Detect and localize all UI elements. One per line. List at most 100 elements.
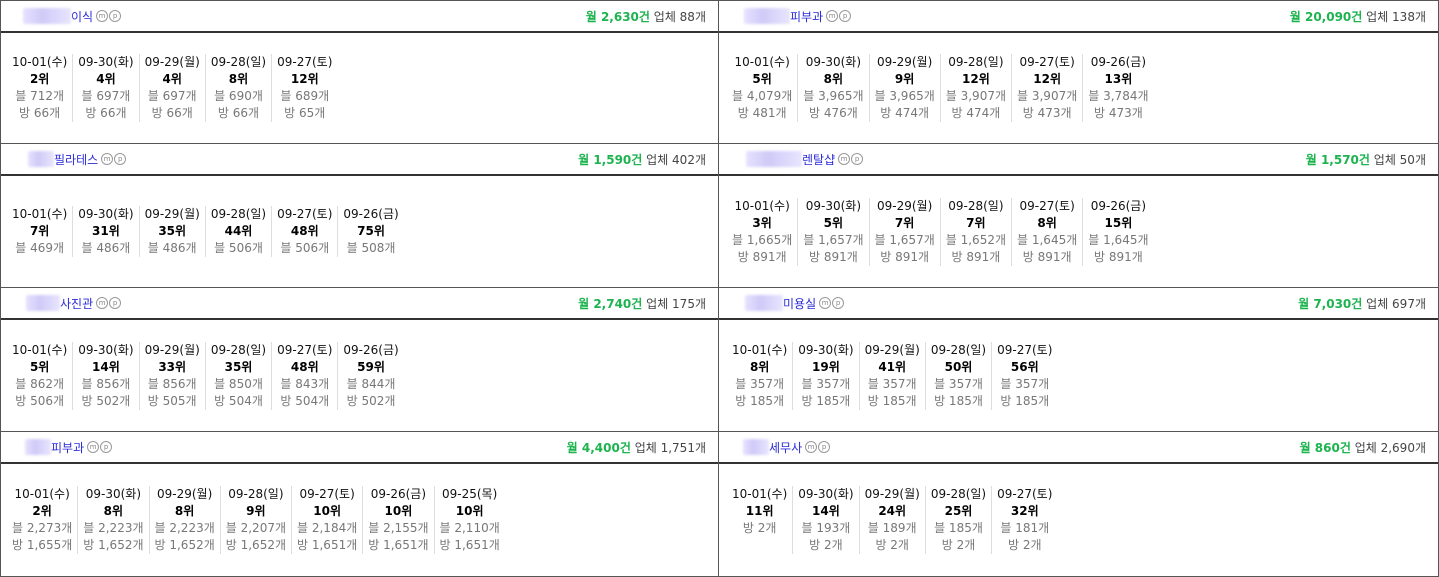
- card-title[interactable]: 필라테스 m p: [28, 151, 127, 168]
- pc-icon[interactable]: p: [109, 10, 122, 22]
- day-rank: 8위: [228, 72, 249, 86]
- day-rank: 44위: [224, 224, 253, 238]
- day-date: 09-29(월): [144, 207, 200, 221]
- monthly-search-count: 월 2,630건: [585, 9, 650, 24]
- pc-icon[interactable]: p: [818, 441, 831, 453]
- day-column: 09-25(목) 10위 블 2,110개 방 1,651개: [435, 486, 505, 554]
- day-blog-count: 블 185개: [934, 521, 983, 535]
- day-column: 09-30(화) 8위 블 3,965개 방 476개: [798, 54, 870, 122]
- day-visitor-count: 방 891개: [1093, 249, 1143, 264]
- day-column: 09-30(화) 14위 블 856개 방 502개: [73, 341, 140, 410]
- keyword-card: 이식 m p 월 2,630건 업체 88개 10-01(수) 2위 블 712…: [0, 0, 719, 144]
- monthly-search-count: 월 1,570건: [1305, 152, 1370, 167]
- day-blog-count: 블 357개: [735, 376, 785, 391]
- day-rank: 8위: [749, 359, 770, 374]
- pc-icon[interactable]: p: [851, 153, 864, 165]
- card-title[interactable]: 세무사 m p: [743, 439, 831, 456]
- mobile-pc-icons[interactable]: m p: [805, 441, 831, 453]
- monthly-search-count: 월 1,590건: [578, 152, 643, 167]
- card-title[interactable]: 렌탈샵 m p: [746, 151, 864, 168]
- mobile-icon[interactable]: m: [96, 10, 109, 22]
- day-rank: 75위: [357, 224, 385, 238]
- keyword-name[interactable]: 사진관: [60, 295, 93, 312]
- day-visitor-count: 방 473개: [1093, 106, 1143, 120]
- day-visitor-count: 방 185개: [801, 393, 851, 408]
- day-date: 10-01(수): [12, 207, 68, 221]
- mobile-icon[interactable]: m: [87, 441, 100, 453]
- keyword-name[interactable]: 피부과: [790, 8, 823, 25]
- day-column: 09-29(월) 33위 블 856개 방 505개: [140, 341, 206, 410]
- day-date: 09-26(금): [343, 342, 399, 357]
- day-rank: 2위: [29, 72, 50, 86]
- mobile-icon[interactable]: m: [96, 297, 109, 309]
- card-title[interactable]: 미용실 m p: [745, 295, 845, 312]
- mobile-icon[interactable]: m: [805, 441, 818, 453]
- day-column: 09-27(토) 10위 블 2,184개 방 1,651개: [292, 486, 364, 554]
- day-rank: 4위: [96, 72, 116, 86]
- day-column: 10-01(수) 5위 블 4,079개 방 481개: [727, 54, 799, 122]
- mobile-pc-icons[interactable]: m p: [826, 10, 852, 22]
- day-column: 09-28(일) 8위 블 690개 방 66개: [206, 54, 273, 122]
- mobile-pc-icons[interactable]: m p: [819, 297, 845, 309]
- keyword-name[interactable]: 렌탈샵: [802, 151, 835, 168]
- day-blog-count: 블 506개: [214, 241, 263, 255]
- card-title[interactable]: 피부과 m p: [25, 439, 113, 456]
- mobile-icon[interactable]: m: [838, 153, 851, 165]
- keyword-name[interactable]: 미용실: [783, 295, 816, 312]
- day-visitor-count: 방 502개: [346, 393, 396, 408]
- mobile-pc-icons[interactable]: m p: [87, 441, 113, 453]
- card-title[interactable]: 이식 m p: [23, 8, 122, 25]
- day-blog-count: 블 508개: [346, 241, 396, 255]
- card-body: 10-01(수) 3위 블 1,665개 방 891개 09-30(화) 5위 …: [719, 176, 1438, 287]
- day-visitor-count: 방 66개: [217, 106, 260, 120]
- day-rank: 8위: [174, 504, 195, 518]
- card-body: 10-01(수) 8위 블 357개 방 185개 09-30(화) 19위 블…: [719, 320, 1438, 431]
- mobile-icon[interactable]: m: [819, 297, 832, 309]
- day-visitor-count: 방 185개: [867, 393, 917, 408]
- day-blog-count: 블 856개: [81, 376, 131, 391]
- day-date: 10-01(수): [732, 342, 788, 357]
- day-rank: 11위: [745, 504, 774, 518]
- day-blog-count: 블 189개: [867, 521, 917, 535]
- day-blog-count: 블 690개: [214, 89, 263, 103]
- pc-icon[interactable]: p: [100, 441, 113, 453]
- day-list: 10-01(수) 8위 블 357개 방 185개 09-30(화) 19위 블…: [727, 341, 1057, 410]
- keyword-name[interactable]: 피부과: [51, 439, 84, 456]
- day-rank: 12위: [1033, 72, 1061, 86]
- day-blog-count: 블 357개: [801, 376, 851, 391]
- card-title[interactable]: 사진관 m p: [26, 295, 122, 312]
- day-visitor-count: 방 1,651개: [439, 538, 500, 552]
- day-date: 09-27(토): [997, 342, 1053, 357]
- day-visitor-count: 방 2개: [875, 538, 909, 552]
- keyword-name[interactable]: 필라테스: [54, 151, 98, 168]
- day-rank: 5위: [752, 72, 772, 86]
- pc-icon[interactable]: p: [109, 297, 122, 309]
- mobile-pc-icons[interactable]: m p: [96, 297, 122, 309]
- day-visitor-count: 방 1,651개: [297, 538, 358, 552]
- day-list: 10-01(수) 7위 블 469개 09-30(화) 31위 블 486개 0…: [7, 206, 404, 257]
- pc-icon[interactable]: p: [832, 297, 845, 309]
- keyword-name[interactable]: 이식: [71, 8, 93, 25]
- day-column: 09-28(일) 9위 블 2,207개 방 1,652개: [221, 486, 292, 554]
- mobile-pc-icons[interactable]: m p: [101, 153, 127, 165]
- blurred-business-name: [746, 151, 802, 167]
- mobile-icon[interactable]: m: [826, 10, 839, 22]
- card-header: 미용실 m p 월 7,030건 업체 697개: [719, 288, 1438, 320]
- keyword-card: 세무사 m p 월 860건 업체 2,690개 10-01(수) 11위 방 …: [719, 432, 1439, 577]
- keyword-name[interactable]: 세무사: [769, 439, 802, 456]
- pc-icon[interactable]: p: [114, 153, 127, 165]
- card-title[interactable]: 피부과 m p: [744, 8, 852, 25]
- day-date: 09-27(토): [997, 487, 1053, 501]
- card-header: 렌탈샵 m p 월 1,570건 업체 50개: [719, 144, 1438, 176]
- day-rank: 10위: [313, 504, 341, 518]
- pc-icon[interactable]: p: [839, 10, 852, 22]
- mobile-icon[interactable]: m: [101, 153, 114, 165]
- day-visitor-count: 방 474개: [951, 106, 1001, 120]
- day-column: 09-27(토) 48위 블 843개 방 504개: [272, 341, 339, 410]
- mobile-pc-icons[interactable]: m p: [838, 153, 864, 165]
- mobile-pc-icons[interactable]: m p: [96, 10, 122, 22]
- day-visitor-count: 방 504개: [214, 393, 263, 408]
- blurred-business-name: [23, 8, 71, 24]
- day-blog-count: 블 689개: [280, 89, 330, 103]
- day-blog-count: 블 181개: [1000, 521, 1050, 535]
